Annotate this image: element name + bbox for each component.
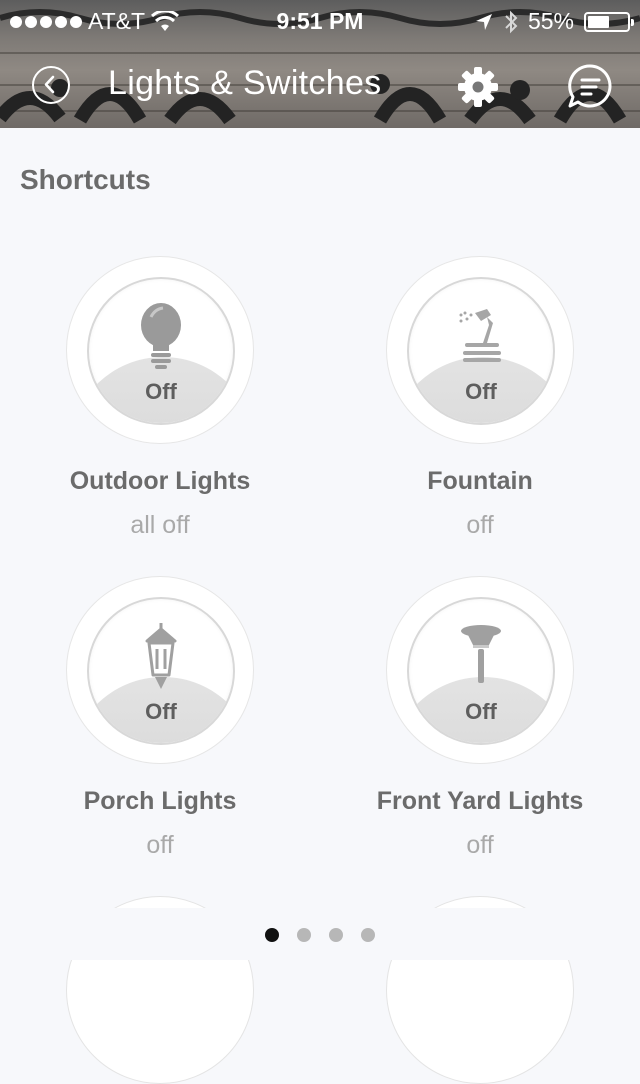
page-dot[interactable] [329,928,343,942]
page-indicator[interactable] [0,928,640,942]
shortcut-name: Outdoor Lights [69,467,251,495]
shortcut-status: all off [130,511,190,539]
fountain-icon [459,309,501,362]
yard-light-icon [461,625,501,683]
page-dot[interactable] [265,928,279,942]
shortcut-outdoor-lights-button[interactable]: Off [66,256,254,444]
state-label: Off [465,379,497,404]
shortcut-front-yard-lights-button[interactable]: Off [386,576,574,764]
shortcut-name: Front Yard Lights [376,787,584,815]
shortcut-dial: Off [87,277,235,425]
shortcut-fountain-button[interactable]: Off [386,256,574,444]
shortcut-dial: Off [87,597,235,745]
state-label: Off [145,379,177,404]
state-label: Off [465,699,497,724]
gear-icon[interactable] [455,64,501,110]
back-button[interactable] [32,66,70,104]
location-arrow-icon [475,13,492,30]
page-title: Lights & Switches [108,64,382,102]
lightbulb-icon [141,303,181,369]
shortcut-name: Porch Lights [83,787,237,815]
battery-icon [584,11,634,32]
bluetooth-icon [505,10,518,33]
chat-icon[interactable] [566,62,614,110]
navigation-bar: Lights & Switches [0,44,640,128]
status-bar: AT&T 9:51 PM 55% [0,0,640,40]
shortcut-status: off [146,831,174,859]
porch-lantern-icon [145,623,177,689]
back-icon [44,75,55,94]
shortcut-status: off [466,511,494,539]
page-dot[interactable] [297,928,311,942]
shortcut-status: off [466,831,494,859]
state-label: Off [145,699,177,724]
shortcut-porch-lights-button[interactable]: Off [66,576,254,764]
section-title: Shortcuts [20,164,151,195]
shortcut-dial: Off [407,277,555,425]
page-dot[interactable] [361,928,375,942]
battery-percentage: 55% [527,8,574,34]
shortcut-name: Fountain [427,467,533,495]
shortcut-dial: Off [407,597,555,745]
